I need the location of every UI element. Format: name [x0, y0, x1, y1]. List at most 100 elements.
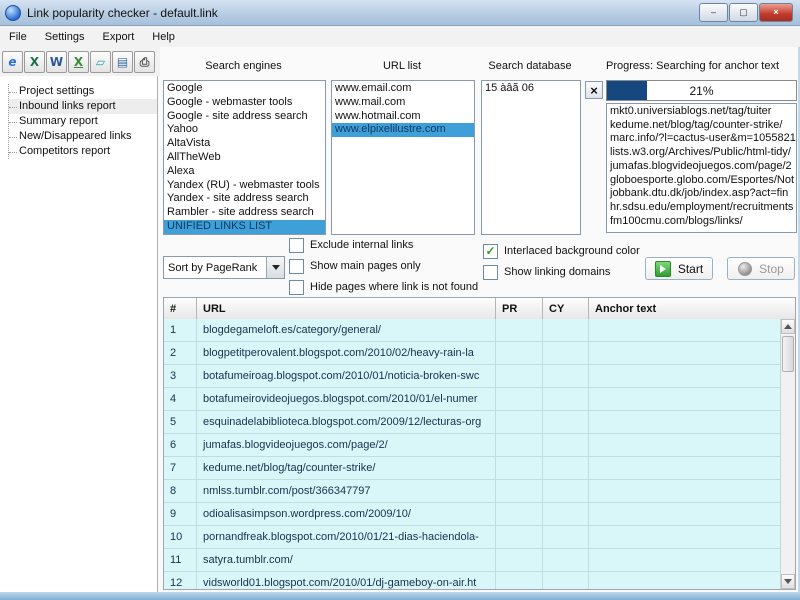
checkbox-box[interactable] — [483, 264, 498, 280]
export-csv-button[interactable]: X — [68, 50, 89, 73]
checkbox-interlaced-background-color[interactable]: Interlaced background color — [483, 243, 640, 259]
search-engine-item[interactable]: Yahoo — [164, 123, 325, 137]
url-listbox[interactable]: www.email.com www.mail.com www.hotmail.com… — [331, 80, 475, 235]
column-header[interactable]: Anchor text — [589, 298, 780, 319]
column-header[interactable]: # — [164, 298, 197, 319]
table-row[interactable]: 11 satyra.tumblr.com/ — [164, 549, 780, 572]
table-row[interactable]: 3 botafumeiroag.blogspot.com/2010/01/not… — [164, 365, 780, 388]
menu-item[interactable]: Help — [143, 28, 184, 46]
search-engine-item[interactable]: Google — [164, 82, 325, 96]
table-row[interactable]: 1 blogdegameloft.es/category/general/ — [164, 319, 780, 342]
checkbox-box[interactable] — [289, 258, 304, 274]
sidebar-item-summary-report[interactable]: Summary report — [9, 114, 157, 129]
sort-dropdown-value: Sort by PageRank — [168, 261, 258, 274]
sidebar-item-competitors-report[interactable]: Competitors report — [9, 144, 157, 159]
search-engine-item[interactable]: Alexa — [164, 165, 325, 179]
database-item[interactable]: 15 àâã 06 — [482, 82, 580, 96]
checkbox-show-linking-domains[interactable]: Show linking domains — [483, 264, 640, 280]
table-scrollbar[interactable] — [780, 319, 795, 589]
url-item[interactable]: www.elpixelilustre.com — [332, 123, 474, 138]
checkbox-box[interactable] — [289, 237, 304, 253]
search-engine-item[interactable]: Google - site address search — [164, 110, 325, 124]
sidebar-item-project-settings[interactable]: Project settings — [9, 84, 157, 99]
cell-pr — [496, 549, 543, 571]
scroll-up-icon[interactable] — [781, 319, 795, 334]
maximize-button[interactable]: ▢ — [729, 3, 758, 22]
progress-url-feed[interactable]: mkt0.universiablogs.net/tag/tuiter kedume… — [606, 103, 797, 233]
cell-url: blogpetitperovalent.blogspot.com/2010/02… — [197, 342, 496, 364]
feed-item: mkt0.universiablogs.net/tag/tuiter — [610, 105, 772, 117]
sidebar-item-new-disappeared-links[interactable]: New/Disappeared links — [9, 129, 157, 144]
checkbox-exclude-internal-links[interactable]: Exclude internal links — [289, 237, 478, 253]
browser-icon: e — [8, 54, 17, 69]
table-row[interactable]: 5 esquinadelabiblioteca.blogspot.com/200… — [164, 411, 780, 434]
cell-url: satyra.tumblr.com/ — [197, 549, 496, 571]
minimize-button[interactable]: – — [699, 3, 728, 22]
cell-anchor — [589, 503, 780, 525]
search-engine-item[interactable]: AltaVista — [164, 137, 325, 151]
search-engines-listbox[interactable]: Google Google - webmaster tools Google - s… — [163, 80, 326, 235]
sidebar-item-inbound-links-report[interactable]: Inbound links report — [9, 99, 157, 114]
cell-url: jumafas.blogvideojuegos.com/page/2/ — [197, 434, 496, 456]
export-excel-button[interactable]: X — [24, 50, 45, 73]
cell-pr — [496, 342, 543, 364]
menu-item[interactable]: Export — [93, 28, 143, 46]
export-word-button[interactable]: W — [46, 50, 67, 73]
cell-cy — [543, 549, 589, 571]
search-engine-item[interactable]: Rambler - site address search — [164, 206, 325, 220]
checkbox-label: Interlaced background color — [504, 245, 640, 257]
checkbox-box[interactable] — [483, 243, 498, 259]
menu-item[interactable]: Settings — [36, 28, 94, 46]
search-engine-item[interactable]: Yandex - site address search — [164, 192, 325, 206]
scroll-down-icon[interactable] — [781, 574, 795, 589]
close-button[interactable]: × — [759, 3, 793, 22]
checkbox-show-main-pages-only[interactable]: Show main pages only — [289, 258, 478, 274]
table-row[interactable]: 8 nmlss.tumblr.com/post/366347797 — [164, 480, 780, 503]
cell-url: nmlss.tumblr.com/post/366347797 — [197, 480, 496, 502]
column-header[interactable]: PR — [496, 298, 543, 319]
cell-anchor — [589, 572, 780, 589]
start-button[interactable]: Start — [645, 257, 713, 280]
cell-num: 11 — [164, 549, 197, 571]
cell-anchor — [589, 457, 780, 479]
table-row[interactable]: 4 botafumeirovideojuegos.blogspot.com/20… — [164, 388, 780, 411]
search-engine-item[interactable]: Yandex (RU) - webmaster tools — [164, 179, 325, 193]
search-engine-item[interactable]: UNIFIED LINKS LIST — [164, 219, 325, 234]
column-header[interactable]: CY — [543, 298, 589, 319]
feed-item: globoesporte.globo.com/Esportes/Not — [610, 173, 795, 186]
scroll-thumb[interactable] — [782, 336, 794, 372]
column-header[interactable]: URL — [197, 298, 496, 319]
export-report-button[interactable]: ▤ — [112, 50, 133, 73]
table-row[interactable]: 6 jumafas.blogvideojuegos.com/page/2/ — [164, 434, 780, 457]
url-item[interactable]: www.email.com — [332, 82, 474, 96]
cell-num: 2 — [164, 342, 197, 364]
sort-dropdown[interactable]: Sort by PageRank — [163, 256, 285, 279]
table-row[interactable]: 2 blogpetitperovalent.blogspot.com/2010/… — [164, 342, 780, 365]
table-row[interactable]: 7 kedume.net/blog/tag/counter-strike/ — [164, 457, 780, 480]
clear-database-button[interactable] — [585, 81, 603, 99]
window-title: Link popularity checker - default.link — [27, 5, 218, 20]
table-row[interactable]: 10 pornandfreak.blogspot.com/2010/01/21-… — [164, 526, 780, 549]
search-engine-item[interactable]: AllTheWeb — [164, 151, 325, 165]
table-row[interactable]: 9 odioalisasimpson.wordpress.com/2009/10… — [164, 503, 780, 526]
report-tree: Project settings Inbound links report Summ… — [8, 84, 157, 159]
titlebar[interactable]: Link popularity checker - default.link –… — [0, 0, 800, 26]
stop-button[interactable]: Stop — [727, 257, 795, 280]
cell-anchor — [589, 549, 780, 571]
menu-item[interactable]: File — [0, 28, 36, 46]
print-button[interactable]: ⎙ — [134, 50, 155, 73]
cell-cy — [543, 503, 589, 525]
open-book-button[interactable]: ▱ — [90, 50, 111, 73]
checkbox-box[interactable] — [289, 279, 304, 295]
chevron-down-icon[interactable] — [266, 257, 284, 278]
url-item[interactable]: www.hotmail.com — [332, 110, 474, 124]
checkbox-hide-pages-link-not-found[interactable]: Hide pages where link is not found — [289, 279, 478, 295]
search-engine-item[interactable]: Google - webmaster tools — [164, 96, 325, 110]
cell-num: 10 — [164, 526, 197, 548]
table-row[interactable]: 12 vidsworld01.blogspot.com/2010/01/dj-g… — [164, 572, 780, 589]
export-html-button[interactable]: e — [2, 50, 23, 73]
search-database-listbox[interactable]: 15 àâã 06 — [481, 80, 581, 235]
cell-cy — [543, 457, 589, 479]
url-item[interactable]: www.mail.com — [332, 96, 474, 110]
progress-percent: 21% — [689, 83, 714, 98]
